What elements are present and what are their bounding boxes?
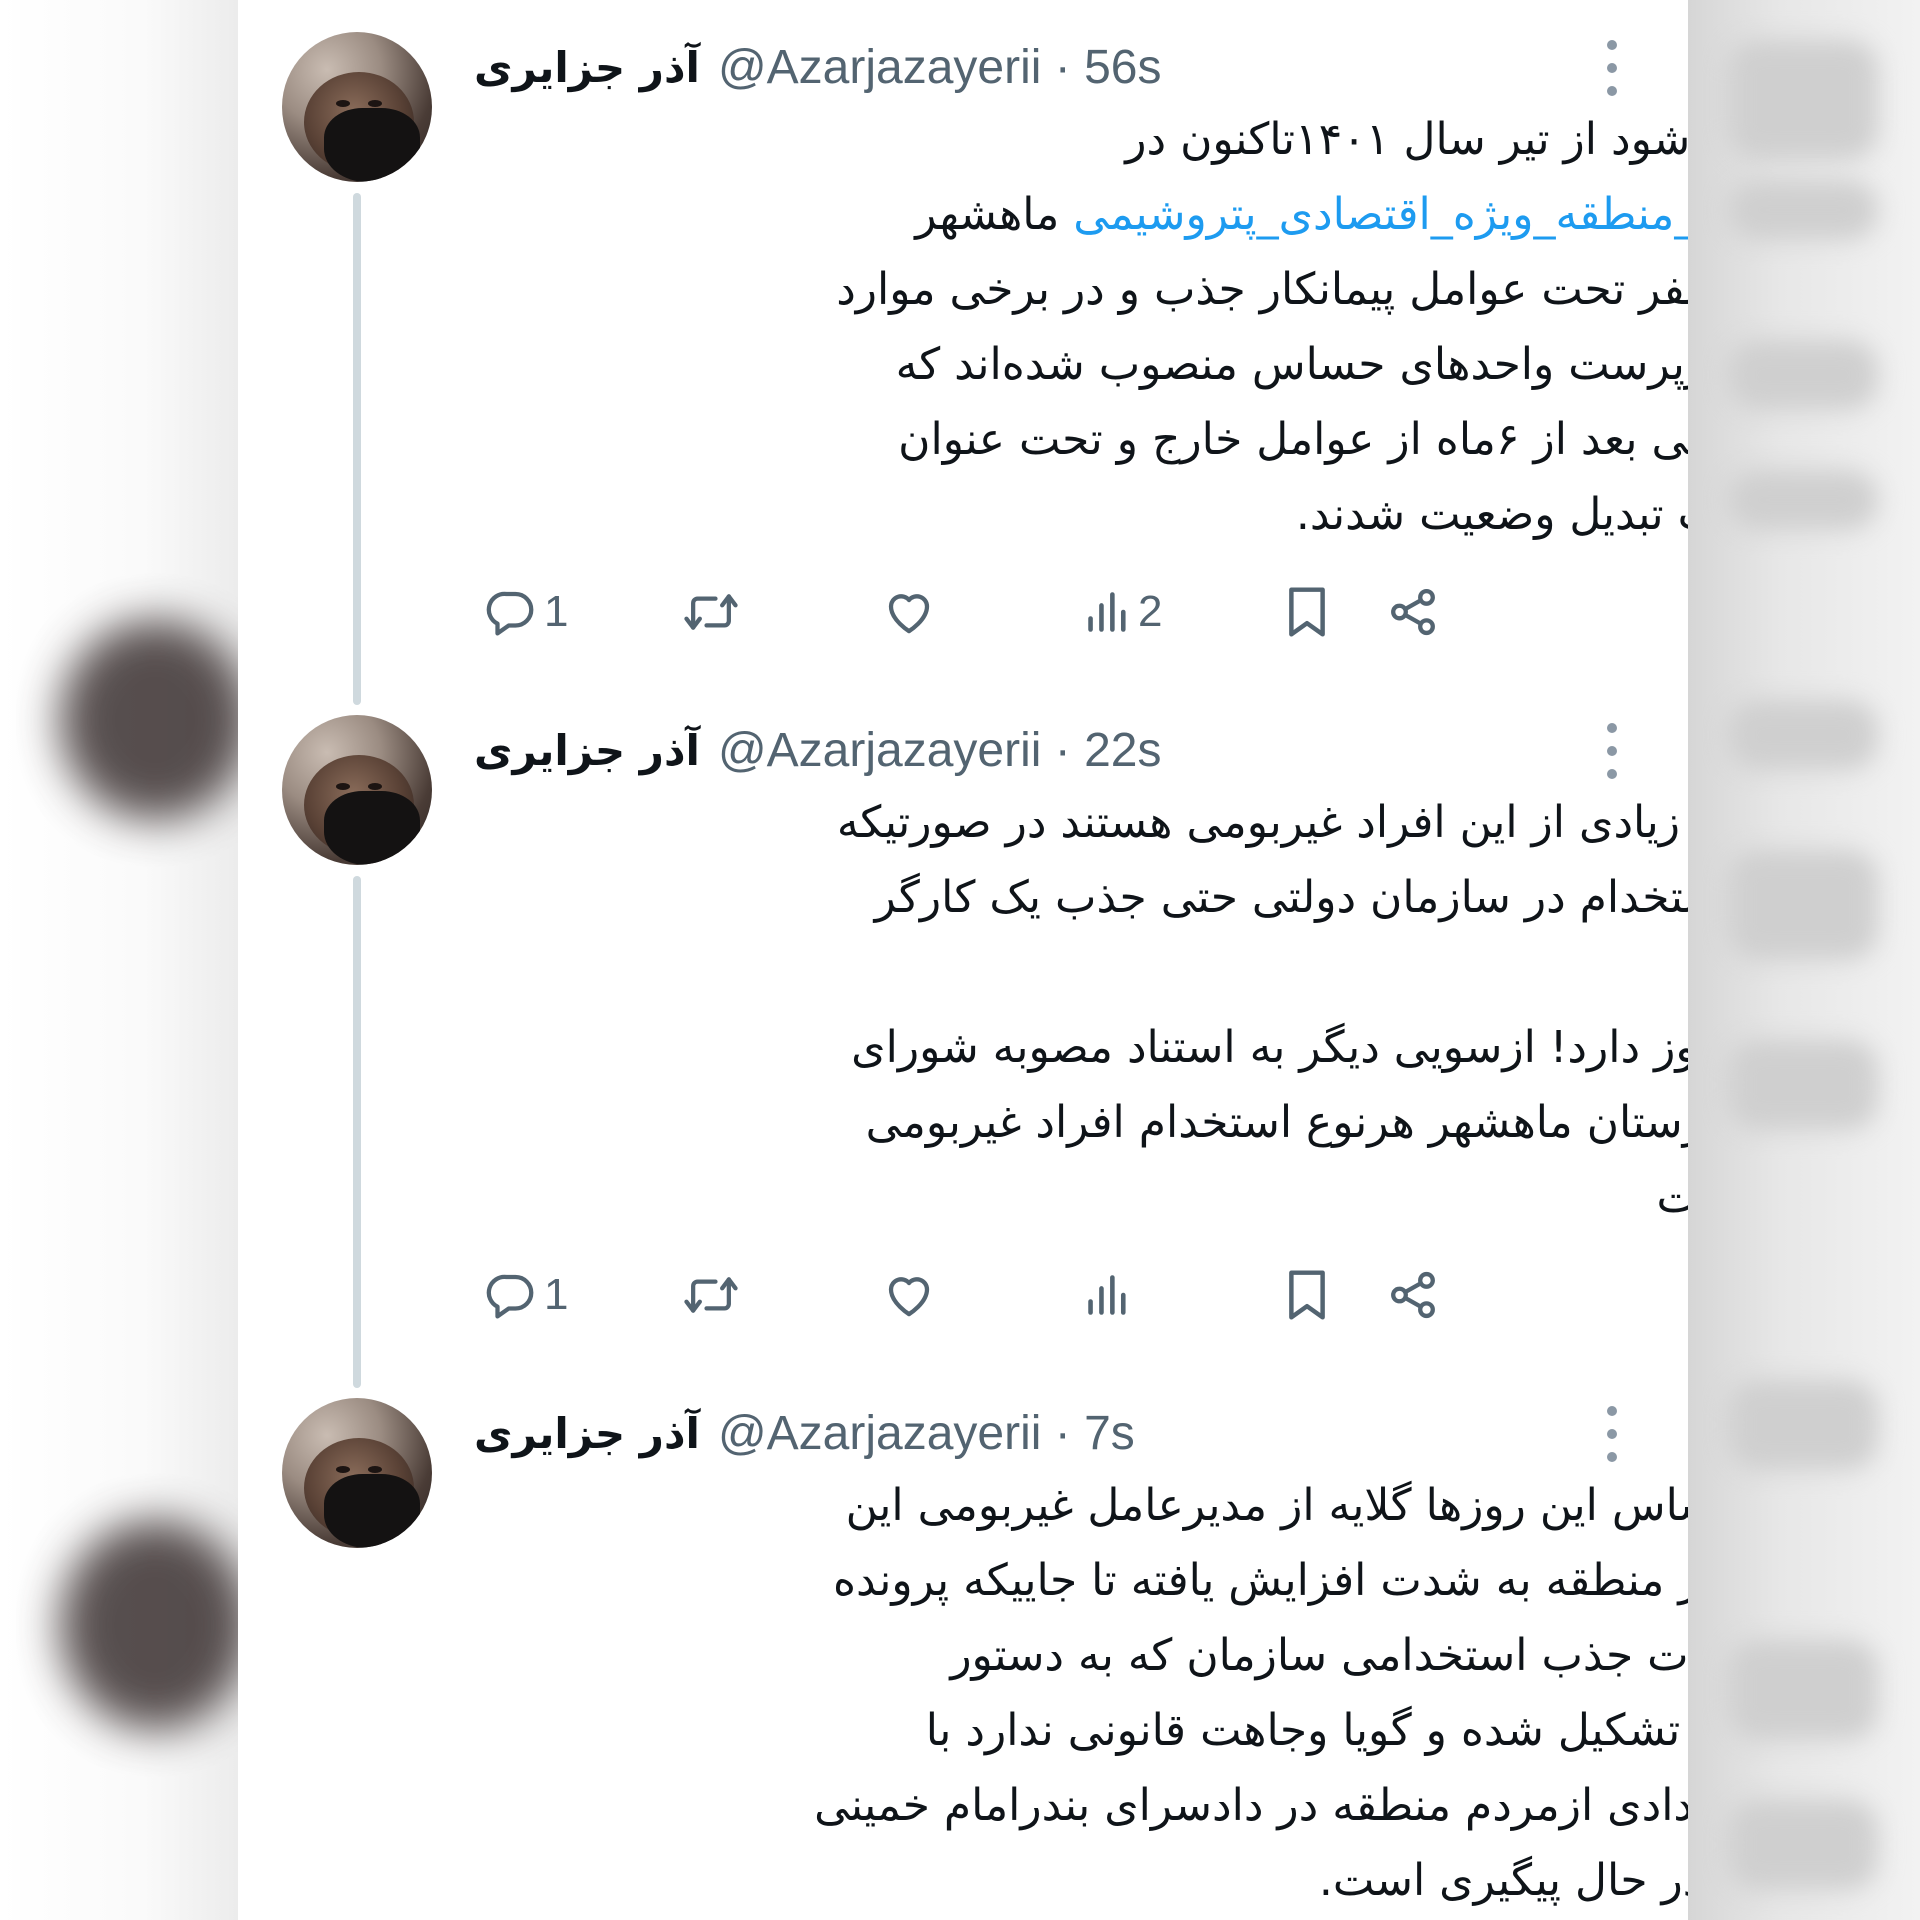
author-name[interactable]: آذر جزایری [474, 43, 700, 92]
hashtag-link[interactable]: #سازمان_منطقه_ویژه_اقتصادی_پتروشیمی [1073, 189, 1688, 240]
author-handle-time[interactable]: @Azarjazayerii · 7s [718, 1406, 1135, 1461]
tweet-text: گویا بخش زیادی از این افراد غیربومی هستن… [474, 785, 1688, 1235]
reply-count: 1 [544, 587, 569, 636]
views-button[interactable]: 2 [1084, 577, 1162, 647]
tweet-text-segment: گویا بخش زیادی از این افراد غیربومی هستن… [836, 797, 1688, 848]
blurred-avatar-shape [60, 620, 250, 820]
avatar[interactable] [282, 32, 432, 182]
bookmark-button[interactable] [1282, 577, 1332, 647]
more-icon[interactable] [1604, 40, 1620, 96]
tweet-text-line: حدود ۳۰۰نفر تحت عوامل پیمانکار جذب و در … [474, 252, 1688, 327]
blurred-background-right [1688, 0, 1920, 1920]
author-handle-time[interactable]: @Azarjazayerii · 22s [718, 723, 1162, 778]
like-icon [882, 1268, 936, 1322]
bookmark-icon [1282, 583, 1332, 641]
tweet-text-line: ساده نیز [474, 935, 1688, 1010]
views-icon [1084, 1268, 1132, 1322]
more-icon[interactable] [1604, 723, 1620, 779]
bookmark-button[interactable] [1282, 1260, 1332, 1330]
tweet-text-line: مدیرعامل تشکیل شده و گویا وجاهت قانونی ن… [474, 1693, 1688, 1768]
tweet-text-line: تشکیل و در حال پیگیری است. [474, 1843, 1688, 1918]
tweet-text-line: بعنوان سرپرست واحدهای حساس منصوب شده‌اند… [474, 327, 1688, 402]
tweet-text-line: ارکان ثالث تبدیل وضعیت شدند. [474, 477, 1688, 552]
tweet-text: شنیده می‌شود از تیر سال ۱۴۰۱تاکنون در #سا… [474, 102, 1688, 552]
retweet-button[interactable] [682, 577, 740, 647]
tweet-text-line: شکایت تعدادی ازمردم منطقه در دادسرای بند… [474, 1768, 1688, 1843]
tweet-text-segment: شکایت تعدادی ازمردم منطقه در دادسرای بند… [814, 1780, 1688, 1831]
tweet-text-line: ظاهرا برخی بعد از ۶ماه از عوامل خارج و ت… [474, 402, 1688, 477]
tweet-text-segment: شنیده می‌شود از تیر سال ۱۴۰۱تاکنون در [1125, 114, 1688, 165]
tweet-text-line: نیاز به مجوز دارد! ازسویی دیگر به استناد… [474, 1010, 1688, 1085]
bookmark-icon [1282, 1266, 1332, 1324]
reply-icon [484, 1268, 538, 1322]
tweet-thread: آذر جزایری @Azarjazayerii · 56s شنیده می… [238, 0, 1688, 1920]
tweet-actions: 1 [474, 1260, 1674, 1330]
author-name[interactable]: آذر جزایری [474, 1409, 700, 1458]
tweet-text-segment: هرگونه استخدام در سازمان دولتی حتی جذب ی… [874, 872, 1688, 923]
blurred-avatar-shape [60, 1520, 250, 1730]
tweet-text-segment: ممنوع است [1656, 1172, 1688, 1223]
tweet-text-line: قضایی هیات جذب استخدامی سازمان که به دست… [474, 1618, 1688, 1693]
reply-button[interactable]: 1 [484, 1260, 568, 1330]
tweet-actions: 12 [474, 577, 1674, 647]
tweet-text-segment: تامین شهرستان ماهشهر هرنوع استخدام افراد… [865, 1097, 1688, 1148]
tweet-text-segment: ارکان ثالث تبدیل وضعیت شدند. [1295, 489, 1688, 540]
views-icon [1084, 585, 1132, 639]
views-button[interactable] [1084, 1260, 1138, 1330]
tweet-text-line: شنیده می‌شود از تیر سال ۱۴۰۱تاکنون در [474, 102, 1688, 177]
like-button[interactable] [882, 577, 936, 647]
share-button[interactable] [1386, 577, 1440, 647]
tweet-text-segment: قضایی هیات جذب استخدامی سازمان که به دست… [950, 1630, 1688, 1681]
reply-button[interactable]: 1 [484, 577, 568, 647]
tweet-text-line: سازمان در منطقه به شدت افزایش یافته تا ج… [474, 1543, 1688, 1618]
reply-count: 1 [544, 1270, 569, 1319]
share-icon [1386, 1268, 1440, 1322]
tweet-text-segment: تشکیل و در حال پیگیری است. [1318, 1855, 1688, 1906]
tweet-text-segment: ظاهرا برخی بعد از ۶ماه از عوامل خارج و ت… [898, 414, 1688, 465]
retweet-icon [682, 1268, 740, 1322]
tweet-text-segment: ماهشهر [915, 189, 1074, 240]
share-icon [1386, 585, 1440, 639]
tweet-text-line: ممنوع است [474, 1160, 1688, 1235]
tweet-text-segment: سازمان در منطقه به شدت افزایش یافته تا ج… [832, 1555, 1688, 1606]
blurred-background-left [0, 0, 250, 1920]
tweet-header: آذر جزایری @Azarjazayerii · 56s [474, 32, 1474, 102]
retweet-icon [682, 585, 740, 639]
thread-connector-line [353, 876, 361, 1388]
tweet-text-line: هرگونه استخدام در سازمان دولتی حتی جذب ی… [474, 860, 1688, 935]
avatar[interactable] [282, 1398, 432, 1548]
tweet-text-segment: بعنوان سرپرست واحدهای حساس منصوب شده‌اند… [895, 339, 1688, 390]
like-icon [882, 585, 936, 639]
share-button[interactable] [1386, 1260, 1440, 1330]
views-count: 2 [1138, 587, 1163, 636]
reply-icon [484, 585, 538, 639]
tweet-text-segment: مدیرعامل تشکیل شده و گویا وجاهت قانونی ن… [925, 1705, 1688, 1756]
tweet-text-line: گویا بخش زیادی از این افراد غیربومی هستن… [474, 785, 1688, 860]
tweet-text-segment: نیاز به مجوز دارد! ازسویی دیگر به استناد… [851, 1022, 1688, 1073]
like-button[interactable] [882, 1260, 936, 1330]
tweet-text-line: تامین شهرستان ماهشهر هرنوع استخدام افراد… [474, 1085, 1688, 1160]
author-handle-time[interactable]: @Azarjazayerii · 56s [718, 40, 1162, 95]
tweet-text-line: برهمین اساس این روزها گلایه از مدیرعامل … [474, 1468, 1688, 1543]
tweet-header: آذر جزایری @Azarjazayerii · 7s [474, 1398, 1474, 1468]
more-icon[interactable] [1604, 1406, 1620, 1462]
tweet-text-segment: برهمین اساس این روزها گلایه از مدیرعامل … [845, 1480, 1688, 1531]
tweet-text: برهمین اساس این روزها گلایه از مدیرعامل … [474, 1468, 1688, 1918]
avatar[interactable] [282, 715, 432, 865]
tweet-header: آذر جزایری @Azarjazayerii · 22s [474, 715, 1474, 785]
tweet-text-line: #سازمان_منطقه_ویژه_اقتصادی_پتروشیمی ماهش… [474, 177, 1688, 252]
tweet-text-segment: حدود ۳۰۰نفر تحت عوامل پیمانکار جذب و در … [836, 264, 1688, 315]
retweet-button[interactable] [682, 1260, 740, 1330]
author-name[interactable]: آذر جزایری [474, 726, 700, 775]
thread-connector-line [353, 193, 361, 705]
